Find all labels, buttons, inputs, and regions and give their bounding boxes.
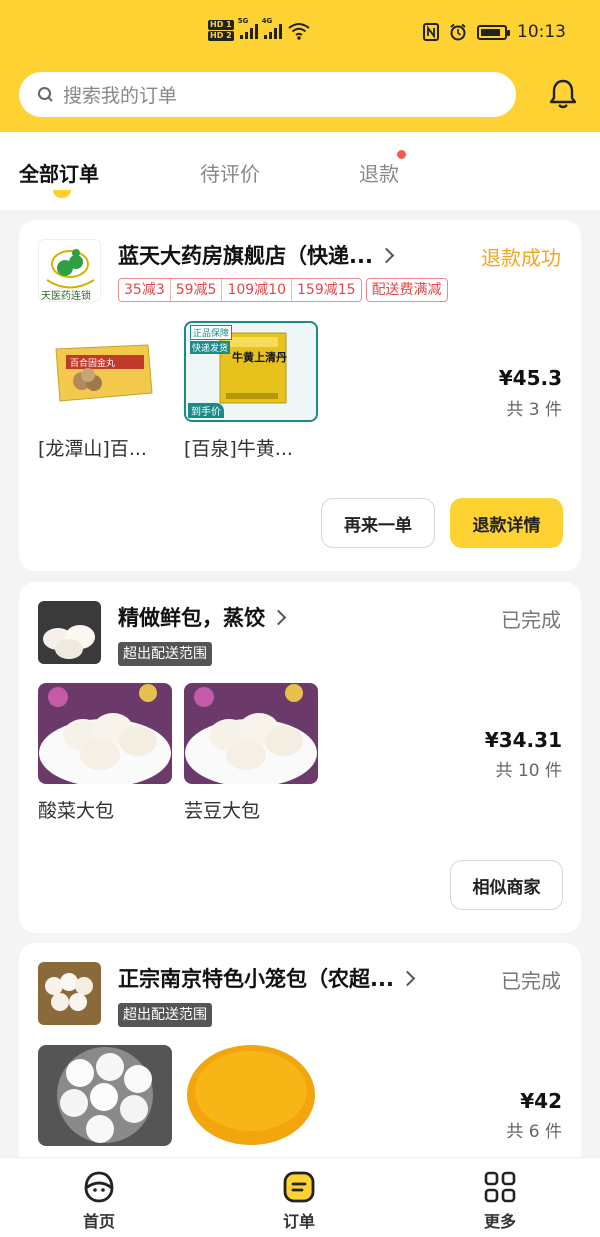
item-name: [百泉]牛黄... bbox=[184, 438, 293, 460]
item-image bbox=[184, 683, 318, 784]
order-card[interactable]: 天医药连锁 蓝天大药房旗舰店（快递... 退款成功 35减3 59减5 109减… bbox=[19, 220, 581, 571]
out-of-range-badge: 超出配送范围 bbox=[118, 642, 212, 666]
order-item[interactable]: 芸豆大包 bbox=[184, 683, 318, 823]
bell-icon[interactable] bbox=[548, 78, 578, 110]
reorder-button[interactable]: 再来一单 bbox=[321, 498, 435, 548]
order-item[interactable]: 酸菜大包 bbox=[38, 683, 172, 823]
item-count: 共 10 件 bbox=[495, 761, 562, 781]
tab-all-orders[interactable]: 全部订单 bbox=[19, 158, 99, 187]
tab-to-review[interactable]: 待评价 bbox=[200, 158, 260, 187]
item-image: 牛黄上清丹 正品保障 快递发货 到手价 bbox=[184, 321, 318, 422]
item-image: 百合固金丸 bbox=[38, 321, 172, 422]
order-price: ¥42 bbox=[520, 1089, 562, 1113]
order-icon bbox=[283, 1171, 315, 1203]
signal2-icon: 4G bbox=[262, 17, 282, 39]
item-image bbox=[38, 1045, 172, 1146]
refund-details-button[interactable]: 退款详情 bbox=[450, 498, 563, 548]
delivery-fee-promo: 配送费满减 bbox=[365, 278, 448, 302]
promo-tag: 159减15 bbox=[297, 282, 356, 298]
hd-icons: HD 1 HD 2 bbox=[208, 20, 234, 42]
express-badge: 快递发货 bbox=[190, 341, 231, 354]
order-price: ¥34.31 bbox=[484, 728, 562, 752]
promo-tag: 59减5 bbox=[171, 279, 223, 301]
item-count: 共 3 件 bbox=[506, 400, 562, 420]
order-status: 退款成功 bbox=[481, 246, 561, 270]
wifi-icon bbox=[288, 23, 310, 40]
order-price: ¥45.3 bbox=[498, 366, 562, 390]
order-status: 已完成 bbox=[501, 969, 561, 993]
status-left: HD 1 HD 2 5G 4G bbox=[208, 17, 310, 42]
status-right: 10:13 bbox=[423, 22, 566, 42]
item-name: [龙潭山]百... bbox=[38, 438, 147, 460]
item-count: 共 6 件 bbox=[506, 1122, 562, 1142]
shop-logo[interactable] bbox=[38, 601, 101, 664]
shop-name[interactable]: 精做鲜包，蒸饺 bbox=[118, 602, 287, 632]
hd1-label: HD 1 bbox=[208, 20, 234, 30]
signal2-label: 4G bbox=[261, 17, 273, 25]
chevron-right-icon bbox=[378, 247, 395, 263]
alarm-icon bbox=[450, 23, 466, 41]
order-tabs: 全部订单 待评价 退款 bbox=[0, 132, 600, 210]
shop-logo[interactable]: 天医药连锁 bbox=[38, 239, 101, 302]
header: HD 1 HD 2 5G 4G 10:13 搜索我的订单 bbox=[0, 0, 600, 132]
item-image-text: 百合固金丸 bbox=[70, 359, 116, 369]
home-face-icon bbox=[84, 1171, 114, 1203]
shop-name[interactable]: 正宗南京特色小笼包（农超... bbox=[118, 963, 416, 993]
promo-tags: 35减3 59减5 109减10 159减15 配送费满减 bbox=[118, 278, 448, 302]
status-bar: HD 1 HD 2 5G 4G 10:13 bbox=[0, 0, 600, 62]
item-name: 酸菜大包 bbox=[38, 800, 115, 822]
refund-badge-dot bbox=[397, 150, 406, 159]
out-of-range-badge: 超出配送范围 bbox=[118, 1003, 212, 1027]
hd2-label: HD 2 bbox=[208, 31, 234, 41]
similar-shops-button[interactable]: 相似商家 bbox=[450, 860, 563, 910]
order-item[interactable] bbox=[184, 1045, 318, 1146]
order-item[interactable] bbox=[38, 1045, 172, 1146]
nav-home[interactable]: 首页 bbox=[59, 1170, 139, 1232]
final-price-badge: 到手价 bbox=[188, 403, 224, 418]
battery-icon bbox=[477, 24, 510, 40]
item-image bbox=[38, 683, 172, 784]
item-image bbox=[184, 1045, 318, 1146]
discount-tiers: 35减3 59减5 109减10 159减15 bbox=[118, 278, 362, 302]
grid-icon bbox=[484, 1171, 516, 1203]
promo-tag: 配送费满减 bbox=[371, 282, 442, 298]
shop-name-text: 正宗南京特色小笼包（农超... bbox=[118, 967, 394, 991]
item-name: 芸豆大包 bbox=[184, 800, 261, 822]
chevron-right-icon bbox=[270, 609, 287, 625]
nav-orders[interactable]: 订单 bbox=[259, 1170, 339, 1232]
shop-name-text: 蓝天大药房旗舰店（快递... bbox=[118, 244, 373, 268]
signal-icon: 5G bbox=[238, 17, 258, 39]
promo-tag: 109减10 bbox=[222, 279, 293, 301]
order-item[interactable]: 牛黄上清丹 正品保障 快递发货 到手价 [百泉]牛黄... bbox=[184, 321, 318, 461]
order-status: 已完成 bbox=[501, 608, 561, 632]
order-card[interactable]: 正宗南京特色小笼包（农超... 已完成 超出配送范围 ¥42 共 6 件 bbox=[19, 943, 581, 1183]
promo-tag: 35减3 bbox=[119, 279, 171, 301]
search-bar[interactable]: 搜索我的订单 bbox=[19, 72, 516, 117]
shop-logo-text: 天医药连锁 bbox=[41, 291, 91, 302]
item-image-text: 牛黄上清丹 bbox=[232, 351, 287, 364]
shop-name-text: 精做鲜包，蒸饺 bbox=[118, 606, 265, 630]
nav-home-label: 首页 bbox=[82, 1212, 115, 1231]
shop-logo[interactable] bbox=[38, 962, 101, 1025]
search-placeholder: 搜索我的订单 bbox=[63, 85, 178, 107]
signal1-label: 5G bbox=[237, 17, 249, 25]
chevron-right-icon bbox=[399, 970, 416, 986]
nav-more-label: 更多 bbox=[483, 1212, 516, 1231]
tab-refund[interactable]: 退款 bbox=[359, 158, 399, 187]
search-icon bbox=[38, 86, 53, 102]
clock: 10:13 bbox=[517, 22, 566, 42]
nav-more[interactable]: 更多 bbox=[460, 1170, 540, 1232]
tab-active-indicator bbox=[53, 190, 71, 198]
bottom-nav: 首页 订单 更多 bbox=[0, 1157, 600, 1237]
genuine-badge: 正品保障 bbox=[190, 325, 233, 340]
nav-orders-label: 订单 bbox=[282, 1212, 315, 1231]
shop-name[interactable]: 蓝天大药房旗舰店（快递... bbox=[118, 240, 395, 270]
order-item[interactable]: 百合固金丸 [龙潭山]百... bbox=[38, 321, 172, 461]
nfc-icon bbox=[423, 23, 439, 41]
order-card[interactable]: 精做鲜包，蒸饺 已完成 超出配送范围 酸菜大包 芸豆大包 ¥34.31 共 10… bbox=[19, 582, 581, 933]
